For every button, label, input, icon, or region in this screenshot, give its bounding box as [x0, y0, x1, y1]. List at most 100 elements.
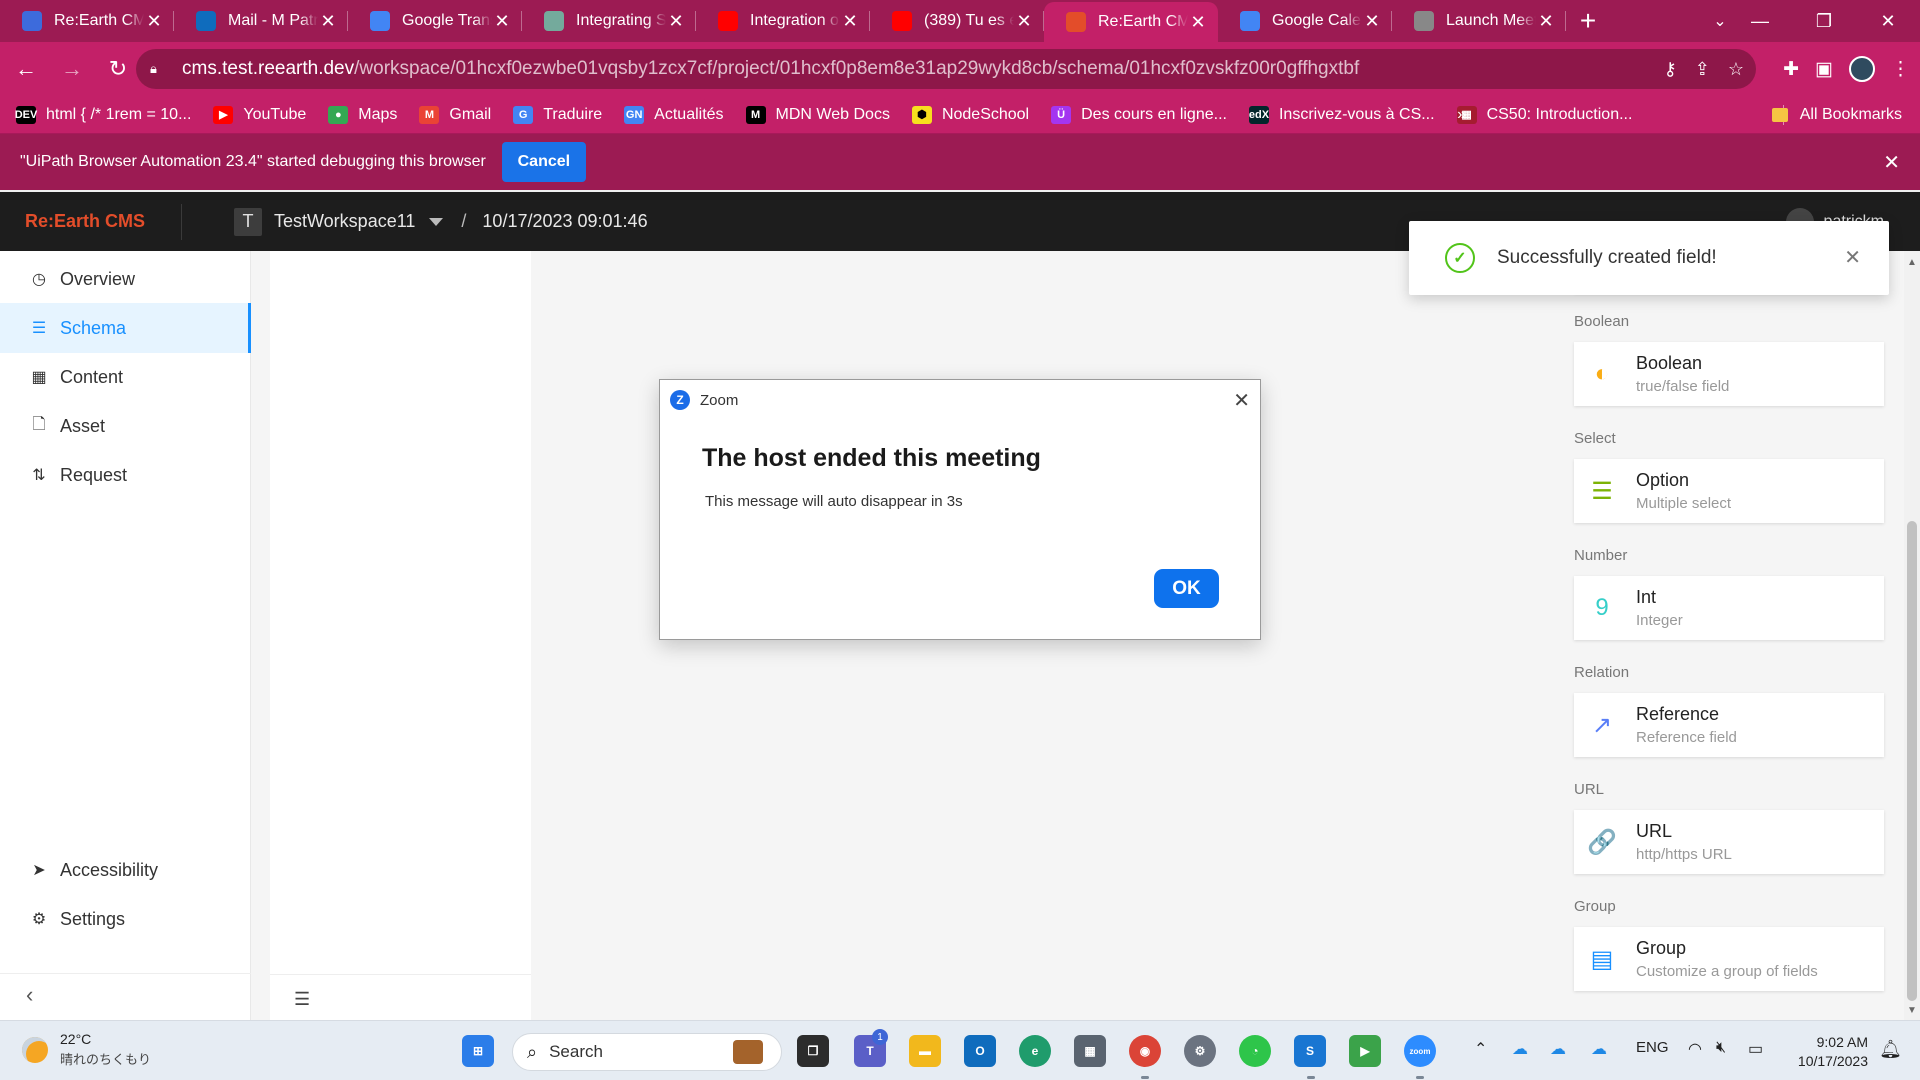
- sidebar-item-settings[interactable]: ⚙ Settings: [0, 894, 251, 944]
- file-explorer-icon[interactable]: ▬: [909, 1035, 941, 1067]
- field-type-card-int[interactable]: 9 Int Integer: [1574, 576, 1884, 640]
- close-tab-icon[interactable]: ✕: [840, 11, 860, 32]
- close-window-icon[interactable]: ✕: [1856, 0, 1920, 42]
- close-tab-icon[interactable]: ✕: [318, 11, 338, 32]
- browser-tab[interactable]: Integrating Sl ✕: [522, 0, 696, 42]
- tab-title: Integrating Sl: [576, 12, 666, 29]
- close-tab-icon[interactable]: ✕: [1362, 11, 1382, 32]
- back-icon[interactable]: ←: [6, 49, 46, 89]
- browser-tab[interactable]: Re:Earth CMS✕: [0, 0, 174, 42]
- bookmark-item[interactable]: G Traduire: [513, 105, 602, 124]
- browser-tab[interactable]: Google Transl ✕: [348, 0, 522, 42]
- forward-icon[interactable]: →: [52, 49, 92, 89]
- battery-icon[interactable]: ▭: [1748, 1039, 1763, 1059]
- windows-start-icon[interactable]: ⊞: [462, 1035, 494, 1067]
- onedrive-icon[interactable]: ☁: [1550, 1039, 1566, 1059]
- bookmark-item[interactable]: ▦ CS50: Introduction...: [1456, 105, 1632, 124]
- restore-icon[interactable]: ❐: [1792, 0, 1856, 42]
- workspace-name[interactable]: TestWorkspace11: [274, 211, 415, 232]
- sidebar-item-accessibility[interactable]: ➤ Accessibility: [0, 845, 251, 895]
- field-type-card-boolean[interactable]: ◐ Boolean true/false field: [1574, 342, 1884, 406]
- notification-bell-icon[interactable]: 🔔︎: [1879, 1039, 1902, 1060]
- chevron-up-icon[interactable]: ⌃: [1474, 1039, 1487, 1059]
- scrollbar-thumb[interactable]: [1907, 521, 1917, 1001]
- field-type-card-url[interactable]: 🔗 URL http/https URL: [1574, 810, 1884, 874]
- close-tab-icon[interactable]: ✕: [1014, 11, 1034, 32]
- chevron-down-icon[interactable]: [429, 217, 444, 226]
- clock[interactable]: 9:02 AM 10/17/2023: [1798, 1033, 1868, 1071]
- browser-tab[interactable]: Mail - M Patri ✕: [174, 0, 348, 42]
- star-icon[interactable]: ☆: [1728, 59, 1744, 80]
- settings-gear-icon[interactable]: ⚙: [1184, 1035, 1216, 1067]
- outlook-icon[interactable]: O: [964, 1035, 996, 1067]
- field-type-card-group[interactable]: ▤ Group Customize a group of fields: [1574, 927, 1884, 991]
- bookmarks-overflow-icon[interactable]: »: [1457, 96, 1466, 134]
- bookmark-item[interactable]: Ü Des cours en ligne...: [1051, 105, 1227, 124]
- field-type-card-reference[interactable]: ↗ Reference Reference field: [1574, 693, 1884, 757]
- project-name[interactable]: 10/17/2023 09:01:46: [482, 211, 647, 232]
- ok-button[interactable]: OK: [1154, 569, 1219, 608]
- sidebar-item-asset[interactable]: 🗋 Asset: [0, 401, 251, 451]
- menu-fold-icon[interactable]: ☰: [294, 989, 310, 1010]
- uipath-studio-icon[interactable]: S: [1294, 1035, 1326, 1067]
- browser-tab[interactable]: Integration of ✕: [696, 0, 870, 42]
- chrome-icon[interactable]: ◉: [1129, 1035, 1161, 1067]
- sidebar-item-schema[interactable]: ☰ Schema: [0, 303, 251, 353]
- bookmark-item[interactable]: ▶ YouTube: [213, 105, 306, 124]
- bookmark-item[interactable]: M MDN Web Docs: [745, 105, 890, 124]
- cancel-debug-button[interactable]: Cancel: [501, 142, 586, 182]
- onedrive-icon[interactable]: ☁: [1512, 1039, 1528, 1059]
- bookmark-item[interactable]: ● Maps: [328, 105, 397, 124]
- panel-scrollbar[interactable]: ▲ ▼: [1904, 251, 1920, 1020]
- brand-logo[interactable]: Re:Earth CMS: [25, 211, 181, 232]
- bookmark-item[interactable]: GN Actualités: [624, 105, 724, 124]
- sidebar-item-request[interactable]: ⇅ Request: [0, 450, 251, 500]
- close-tab-icon[interactable]: ✕: [1188, 12, 1208, 33]
- bookmark-item[interactable]: edX Inscrivez-vous à CS...: [1249, 105, 1435, 124]
- key-icon[interactable]: ⚷: [1664, 59, 1677, 80]
- all-bookmarks-button[interactable]: All Bookmarks: [1771, 96, 1902, 134]
- profile-avatar[interactable]: [1849, 56, 1875, 82]
- browser-tab[interactable]: (389) Tu es él ✕: [870, 0, 1044, 42]
- share-icon[interactable]: ⇪: [1695, 59, 1710, 80]
- more-menu-icon[interactable]: ⋮: [1891, 58, 1910, 81]
- bookmark-item[interactable]: M Gmail: [419, 105, 491, 124]
- browser-tab[interactable]: Re:Earth CMS✕: [1044, 2, 1218, 42]
- close-tab-icon[interactable]: ✕: [1536, 11, 1556, 32]
- taskbar-search[interactable]: ⌕ Search: [512, 1033, 782, 1071]
- scroll-up-icon[interactable]: ▲: [1907, 257, 1917, 268]
- close-infobar-icon[interactable]: ✕: [1883, 150, 1900, 175]
- sidebar-item-overview[interactable]: ◷ Overview: [0, 254, 251, 304]
- close-toast-icon[interactable]: ✕: [1844, 245, 1861, 270]
- media-player-icon[interactable]: ▶: [1349, 1035, 1381, 1067]
- close-tab-icon[interactable]: ✕: [666, 11, 686, 32]
- reload-icon[interactable]: ↻: [98, 49, 138, 89]
- field-type-card-option[interactable]: ☰ Option Multiple select: [1574, 459, 1884, 523]
- extensions-icon[interactable]: ✚: [1783, 58, 1799, 81]
- edge-icon[interactable]: e: [1019, 1035, 1051, 1067]
- minimize-icon[interactable]: —: [1728, 0, 1792, 42]
- close-dialog-icon[interactable]: ✕: [1233, 388, 1250, 413]
- weather-widget[interactable]: 22°C 晴れのちくもり: [22, 1031, 151, 1068]
- greenshot-icon[interactable]: ◔: [1239, 1035, 1271, 1067]
- address-bar[interactable]: 🔒︎ cms.test.reearth.dev/workspace/01hcxf…: [136, 49, 1756, 89]
- browser-tab[interactable]: Launch Meeti ✕: [1392, 0, 1566, 42]
- wifi-icon[interactable]: ◠: [1688, 1039, 1702, 1059]
- volume-muted-icon[interactable]: 🔇︎: [1716, 1039, 1726, 1057]
- task-view-icon[interactable]: ❐: [797, 1035, 829, 1067]
- scroll-down-icon[interactable]: ▼: [1907, 1005, 1917, 1016]
- sidebar-item-content[interactable]: ▦ Content: [0, 352, 251, 402]
- calculator-icon[interactable]: ▦: [1074, 1035, 1106, 1067]
- zoom-app-icon[interactable]: zoom: [1404, 1035, 1436, 1067]
- bookmark-item[interactable]: ⬢ NodeSchool: [911, 105, 1029, 124]
- close-tab-icon[interactable]: ✕: [492, 11, 512, 32]
- browser-tab[interactable]: Google Calen ✕: [1218, 0, 1392, 42]
- lock-icon[interactable]: 🔒︎: [150, 61, 164, 77]
- new-tab-icon[interactable]: +: [1566, 0, 1610, 42]
- collapse-sidebar-icon[interactable]: ‹: [26, 982, 33, 1008]
- onedrive-icon[interactable]: ☁: [1591, 1039, 1607, 1059]
- close-tab-icon[interactable]: ✕: [144, 11, 164, 32]
- bookmark-item[interactable]: DEV html { /* 1rem = 10...: [15, 105, 191, 124]
- language-indicator[interactable]: ENG: [1636, 1039, 1669, 1056]
- side-panel-icon[interactable]: ▣: [1815, 58, 1833, 81]
